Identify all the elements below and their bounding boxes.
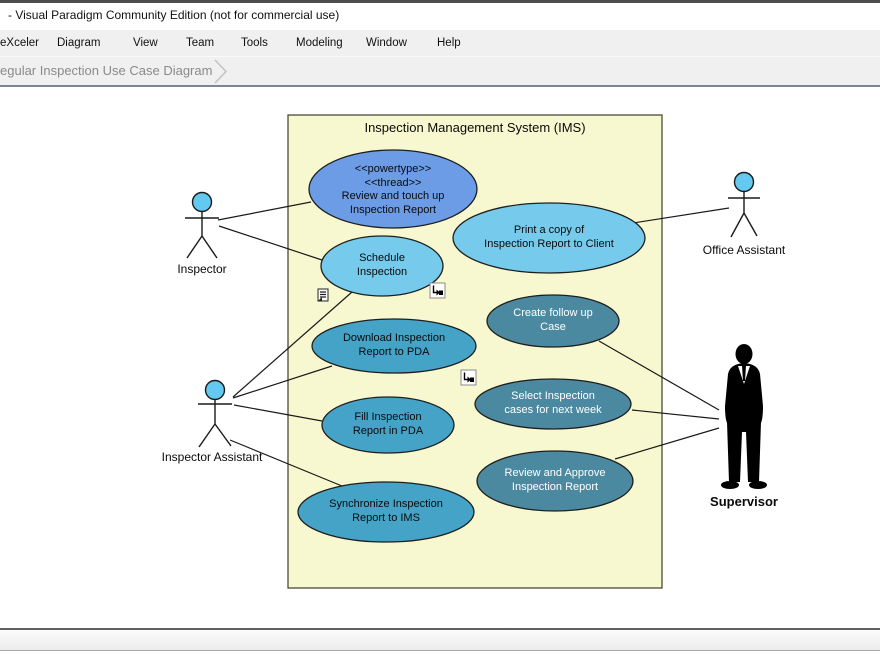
actor-head (735, 173, 754, 192)
tab-bar: egular Inspection Use Case Diagram (0, 56, 880, 85)
status-bar-bottom-line (0, 650, 880, 651)
subdiagram-indicator-icon[interactable] (430, 283, 445, 298)
menu-item-view[interactable]: View (133, 30, 158, 56)
menu-item-window[interactable]: Window (366, 30, 407, 56)
document-indicator-icon[interactable] (318, 289, 328, 301)
menu-item-modeling[interactable]: Modeling (296, 30, 343, 56)
usecase-print-copy[interactable] (453, 203, 645, 273)
subdiagram-indicator-icon[interactable] (461, 370, 476, 385)
usecase-review-approve[interactable] (477, 451, 633, 511)
title-bar: - Visual Paradigm Community Edition (not… (0, 3, 880, 30)
actor-supervisor[interactable] (721, 344, 767, 489)
menu-item-exceler[interactable]: eXceler (0, 30, 39, 56)
actor-inspector-assistant[interactable] (198, 381, 232, 448)
actor-head (193, 193, 212, 212)
usecase-fill-report[interactable] (322, 397, 454, 453)
menu-item-help[interactable]: Help (437, 30, 461, 56)
usecase-review-touch-up[interactable] (309, 150, 477, 228)
menu-item-tools[interactable]: Tools (241, 30, 268, 56)
usecase-download-report[interactable] (312, 319, 476, 373)
actor-inspector[interactable] (185, 193, 219, 259)
usecase-synchronize[interactable] (298, 482, 474, 542)
menu-item-team[interactable]: Team (186, 30, 214, 56)
diagram-canvas[interactable]: Inspection Management System (IMS) <<pow… (0, 87, 880, 628)
tab-label: egular Inspection Use Case Diagram (0, 63, 212, 78)
actor-head (206, 381, 225, 400)
window-title: - Visual Paradigm Community Edition (not… (8, 8, 339, 22)
usecase-create-follow-up[interactable] (487, 295, 619, 347)
actor-office-assistant[interactable] (728, 173, 760, 238)
usecase-schedule-inspection[interactable] (321, 236, 443, 296)
tab-chevron-icon (212, 58, 230, 85)
status-bar (0, 630, 880, 650)
app-window: - Visual Paradigm Community Edition (not… (0, 0, 880, 658)
menu-bar: eXceler Diagram View Team Tools Modeling… (0, 30, 880, 56)
menu-item-diagram[interactable]: Diagram (57, 30, 100, 56)
use-case-diagram (0, 87, 880, 628)
usecase-select-cases[interactable] (475, 379, 631, 429)
